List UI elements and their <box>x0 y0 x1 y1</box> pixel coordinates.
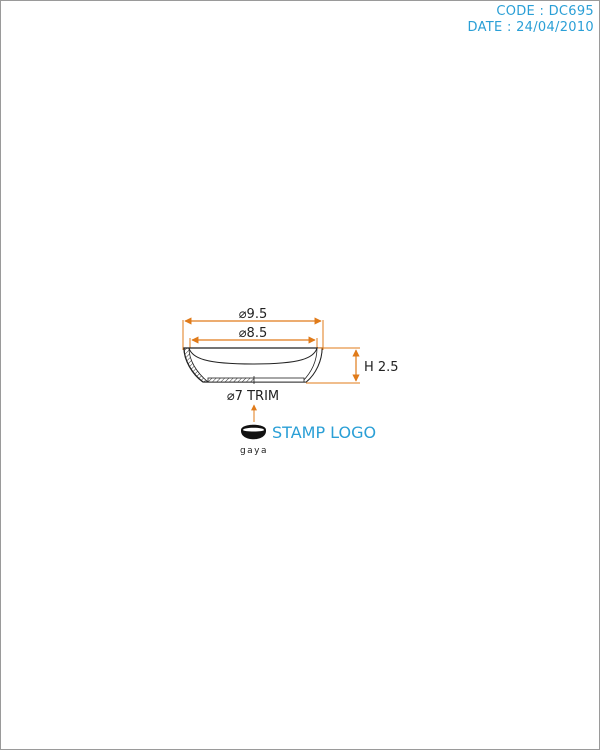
technical-drawing: ⌀9.5 ⌀8.5 H 2.5 ⌀7 TRIM gaya STAMP LOGO <box>182 307 399 456</box>
stamp-logo: gaya STAMP LOGO <box>240 423 376 456</box>
outer-diameter-label: ⌀9.5 <box>239 307 268 322</box>
gaya-logo-text: gaya <box>240 446 268 456</box>
inner-diameter-label: ⌀8.5 <box>239 326 268 341</box>
gaya-logo-icon <box>241 424 266 440</box>
height-label: H 2.5 <box>364 360 399 375</box>
stamp-logo-label: STAMP LOGO <box>272 423 376 442</box>
trim-diameter-label: ⌀7 TRIM <box>227 389 279 404</box>
part-cross-section <box>183 347 323 384</box>
inner-diameter-dimension: ⌀8.5 <box>189 326 318 350</box>
